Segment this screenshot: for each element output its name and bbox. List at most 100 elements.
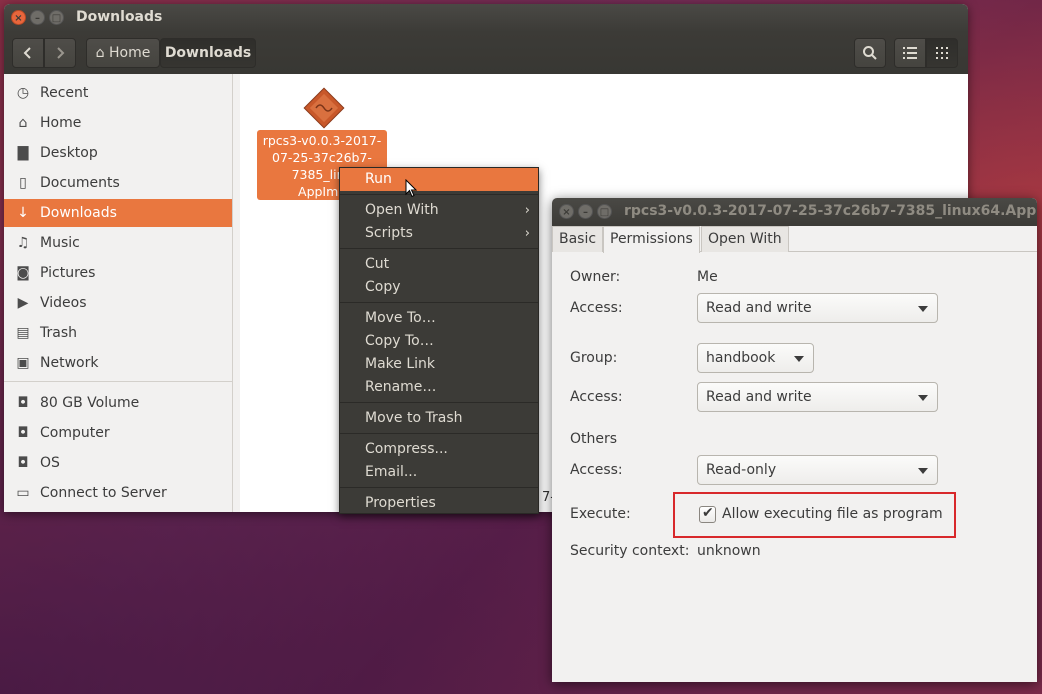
breadcrumb-home-label: Home — [109, 45, 150, 61]
sidebar-item-label: Home — [40, 109, 81, 137]
allow-execute-label[interactable]: Allow executing file as program — [722, 506, 943, 522]
sidebar-item-label: Pictures — [40, 259, 95, 287]
sidebar-item-network[interactable]: ▣ Network — [4, 349, 232, 377]
others-access-label: Access: — [570, 462, 623, 478]
tab-open-with[interactable]: Open With — [701, 226, 789, 252]
menu-item-open-with[interactable]: Open With › — [340, 199, 538, 222]
sidebar-item-label: Recent — [40, 79, 88, 107]
owner-label: Owner: — [570, 269, 620, 285]
forward-button[interactable] — [44, 38, 76, 68]
others-label: Others — [570, 431, 617, 447]
dropdown-arrow-icon — [918, 306, 928, 312]
sidebar-item-label: Connect to Server — [40, 479, 167, 507]
grid-icon — [936, 47, 948, 59]
menu-item-rename[interactable]: Rename… — [340, 376, 538, 399]
sidebar-item-music[interactable]: ♫ Music — [4, 229, 232, 257]
checkmark-icon: ✔ — [702, 505, 714, 521]
sidebar-item-recent[interactable]: ◷ Recent — [4, 79, 232, 107]
dropdown-arrow-icon — [794, 356, 804, 362]
sidebar-item-label: Computer — [40, 419, 110, 447]
menu-separator — [340, 302, 538, 303]
context-menu: Run Open With › Scripts › Cut Copy Move … — [339, 167, 539, 514]
execute-label: Execute: — [570, 506, 631, 522]
others-access-value: Read-only — [706, 462, 776, 478]
properties-titlebar[interactable]: × – □ rpcs3-v0.0.3-2017-07-25-37c26b7-73… — [552, 198, 1037, 226]
sidebar-item-80gb-volume[interactable]: ◘ 80 GB Volume — [4, 389, 232, 417]
sidebar-item-connect-to-server[interactable]: ▭ Connect to Server — [4, 479, 232, 507]
minimize-icon[interactable]: – — [578, 204, 593, 219]
menu-item-cut[interactable]: Cut — [340, 253, 538, 276]
menu-item-scripts[interactable]: Scripts › — [340, 222, 538, 245]
tab-label: Open With — [708, 231, 782, 247]
tab-label: Basic — [559, 231, 596, 247]
file-manager-titlebar[interactable]: × – □ Downloads — [4, 4, 968, 32]
sidebar-item-computer[interactable]: ◘ Computer — [4, 419, 232, 447]
group-select[interactable]: handbook — [697, 343, 814, 373]
folder-icon: ▇ — [14, 139, 32, 167]
owner-value: Me — [697, 269, 718, 285]
sidebar-item-os[interactable]: ◘ OS — [4, 449, 232, 477]
video-icon: ▶ — [14, 289, 32, 317]
sidebar-item-downloads[interactable]: ↓ Downloads — [4, 199, 232, 227]
tab-basic[interactable]: Basic — [552, 226, 603, 252]
sidebar-item-pictures[interactable]: ◙ Pictures — [4, 259, 232, 287]
sidebar-item-home[interactable]: ⌂ Home — [4, 109, 232, 137]
document-icon: ▯ — [14, 169, 32, 197]
menu-item-label: Run — [365, 171, 392, 187]
menu-item-properties[interactable]: Properties — [340, 492, 538, 515]
others-access-select[interactable]: Read-only — [697, 455, 938, 485]
menu-item-make-link[interactable]: Make Link — [340, 353, 538, 376]
group-access-label: Access: — [570, 389, 623, 405]
chevron-right-icon — [54, 46, 66, 60]
home-icon: ⌂ — [14, 109, 32, 137]
group-access-select[interactable]: Read and write — [697, 382, 938, 412]
maximize-icon[interactable]: □ — [597, 204, 612, 219]
menu-item-email[interactable]: Email... — [340, 461, 538, 484]
server-icon: ▭ — [14, 479, 32, 507]
menu-item-compress[interactable]: Compress... — [340, 438, 538, 461]
clock-icon: ◷ — [14, 79, 32, 107]
sidebar-item-videos[interactable]: ▶ Videos — [4, 289, 232, 317]
menu-item-copy[interactable]: Copy — [340, 276, 538, 299]
close-icon[interactable]: × — [11, 10, 26, 25]
file-name-line: 07-25-37c26b7- — [257, 149, 387, 166]
maximize-icon[interactable]: □ — [49, 10, 64, 25]
drive-icon: ◘ — [14, 389, 32, 417]
search-icon — [862, 45, 878, 61]
menu-item-label: Email... — [365, 464, 417, 480]
search-button[interactable] — [854, 38, 886, 68]
list-view-button[interactable] — [894, 38, 926, 68]
sidebar-item-label: Trash — [40, 319, 77, 347]
menu-item-copy-to[interactable]: Copy To… — [340, 330, 538, 353]
menu-item-label: Copy — [365, 279, 401, 295]
grid-view-button[interactable] — [926, 38, 958, 68]
breadcrumb-downloads[interactable]: Downloads — [160, 38, 256, 68]
sidebar-item-desktop[interactable]: ▇ Desktop — [4, 139, 232, 167]
minimize-icon[interactable]: – — [30, 10, 45, 25]
menu-item-run[interactable]: Run — [340, 168, 538, 191]
menu-item-move-to-trash[interactable]: Move to Trash — [340, 407, 538, 430]
tab-permissions[interactable]: Permissions — [603, 226, 700, 253]
owner-access-select[interactable]: Read and write — [697, 293, 938, 323]
menu-item-label: Copy To… — [365, 333, 434, 349]
menu-item-label: Cut — [365, 256, 389, 272]
sidebar-item-trash[interactable]: ▤ Trash — [4, 319, 232, 347]
menu-separator — [340, 433, 538, 434]
close-icon[interactable]: × — [559, 204, 574, 219]
menu-item-label: Rename… — [365, 379, 436, 395]
sidebar-item-label: Network — [40, 349, 98, 377]
menu-item-move-to[interactable]: Move To… — [340, 307, 538, 330]
sidebar-item-label: OS — [40, 449, 60, 477]
menu-item-label: Make Link — [365, 356, 435, 372]
back-button[interactable] — [12, 38, 44, 68]
menu-item-label: Move to Trash — [365, 410, 463, 426]
chevron-right-icon: › — [525, 222, 530, 245]
sidebar-item-documents[interactable]: ▯ Documents — [4, 169, 232, 197]
owner-access-value: Read and write — [706, 300, 812, 316]
allow-execute-checkbox[interactable]: ✔ — [699, 506, 716, 523]
menu-separator — [340, 194, 538, 195]
breadcrumb-home[interactable]: ⌂ Home — [86, 38, 160, 68]
trash-icon: ▤ — [14, 319, 32, 347]
mouse-cursor-icon — [405, 179, 417, 199]
sidebar-item-label: Desktop — [40, 139, 98, 167]
